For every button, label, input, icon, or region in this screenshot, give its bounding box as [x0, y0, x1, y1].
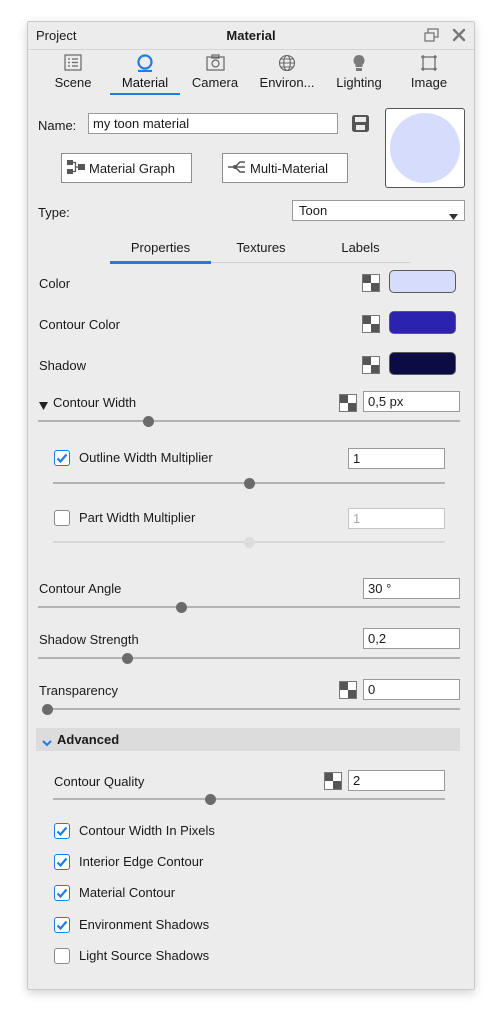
texture-checker-icon[interactable] — [362, 274, 380, 292]
shadow-strength-label: Shadow Strength — [39, 632, 139, 647]
material-graph-button[interactable]: Material Graph — [61, 153, 192, 183]
contour-angle-label: Contour Angle — [39, 581, 122, 596]
advanced-checkbox[interactable] — [54, 917, 70, 933]
contour-width-label: Contour Width — [53, 395, 137, 410]
material-panel: Project Material Scene Material Camera E… — [27, 21, 475, 990]
close-icon[interactable] — [452, 28, 466, 45]
title-bar: Project Material — [28, 22, 474, 50]
graph-icon — [66, 159, 86, 178]
chevron-down-icon — [449, 208, 458, 223]
shadow-strength-input[interactable]: 0,2 — [363, 628, 460, 649]
advanced-checkbox-label: Contour Width In Pixels — [79, 823, 215, 838]
color-label: Color — [39, 276, 71, 291]
frame-icon — [394, 54, 464, 72]
chevron-down-icon — [42, 735, 52, 750]
globe-icon — [250, 54, 324, 72]
transparency-label: Transparency — [39, 683, 118, 698]
part-width-slider[interactable] — [53, 537, 445, 548]
contour-quality-slider[interactable] — [53, 794, 445, 805]
outline-width-label: Outline Width Multiplier — [79, 450, 213, 465]
shadow-strength-slider[interactable] — [38, 653, 460, 664]
part-width-input[interactable]: 1 — [348, 508, 445, 529]
texture-checker-icon[interactable] — [324, 772, 342, 790]
camera-icon — [180, 54, 250, 72]
color-swatch[interactable] — [389, 270, 456, 293]
detach-icon[interactable] — [424, 28, 439, 45]
checkmark-icon — [56, 888, 68, 899]
collapse-triangle-icon[interactable] — [39, 398, 48, 413]
contour-quality-label: Contour Quality — [54, 774, 145, 789]
tab-labels[interactable]: Labels — [311, 240, 410, 261]
contour-angle-input[interactable]: 30 ° — [363, 578, 460, 599]
part-width-checkbox[interactable] — [54, 510, 70, 526]
type-select[interactable]: Toon — [292, 200, 465, 221]
shadow-label: Shadow — [39, 358, 86, 373]
contour-width-slider[interactable] — [38, 416, 460, 427]
checkmark-icon — [56, 857, 68, 868]
advanced-checkbox[interactable] — [54, 854, 70, 870]
contour-angle-slider[interactable] — [38, 602, 460, 613]
tab-material[interactable]: Material — [110, 50, 180, 95]
slider-knob[interactable] — [121, 653, 133, 664]
shadow-swatch[interactable] — [389, 352, 456, 375]
list-icon — [36, 54, 110, 72]
contour-width-input[interactable]: 0,5 px — [363, 391, 460, 412]
contour-color-swatch[interactable] — [389, 311, 456, 334]
part-width-label: Part Width Multiplier — [79, 510, 196, 525]
save-icon[interactable] — [351, 114, 370, 136]
tab-textures[interactable]: Textures — [211, 240, 311, 261]
slider-knob[interactable] — [42, 704, 53, 715]
transparency-slider[interactable] — [42, 704, 460, 715]
name-label: Name: — [38, 118, 77, 133]
tab-properties[interactable]: Properties — [110, 240, 211, 264]
material-preview — [385, 108, 465, 188]
tab-camera[interactable]: Camera — [180, 50, 250, 95]
advanced-section-header[interactable]: Advanced — [36, 728, 460, 751]
tab-environment[interactable]: Environ... — [250, 50, 324, 95]
advanced-checkbox-label: Environment Shadows — [79, 917, 210, 932]
checkmark-icon — [56, 453, 68, 464]
panel-title: Material — [226, 28, 276, 43]
texture-checker-icon[interactable] — [339, 681, 357, 699]
slider-knob[interactable] — [244, 537, 255, 548]
advanced-checkbox[interactable] — [54, 885, 70, 901]
tab-scene[interactable]: Scene — [36, 50, 110, 95]
material-icon — [110, 54, 180, 72]
tab-bar: Scene Material Camera Environ... Lightin… — [28, 50, 474, 95]
texture-checker-icon[interactable] — [362, 356, 380, 374]
transparency-input[interactable]: 0 — [363, 679, 460, 700]
slider-knob[interactable] — [204, 794, 216, 805]
advanced-checkbox-label: Light Source Shadows — [79, 948, 210, 963]
multi-material-button[interactable]: Multi-Material — [222, 153, 348, 183]
bulb-icon — [324, 54, 394, 72]
tab-image[interactable]: Image — [394, 50, 464, 95]
preview-sphere — [390, 113, 460, 183]
advanced-checkbox-label: Material Contour — [79, 885, 176, 900]
advanced-checkbox[interactable] — [54, 823, 70, 839]
slider-knob[interactable] — [142, 416, 154, 427]
contour-quality-input[interactable]: 2 — [348, 770, 445, 791]
checkmark-icon — [56, 826, 68, 837]
slider-knob[interactable] — [244, 478, 255, 489]
checkmark-icon — [56, 920, 68, 931]
advanced-checkbox-label: Interior Edge Contour — [79, 854, 204, 869]
type-label: Type: — [38, 205, 70, 220]
outline-width-input[interactable]: 1 — [348, 448, 445, 469]
split-icon — [227, 159, 247, 178]
outline-width-slider[interactable] — [53, 478, 445, 489]
outline-width-checkbox[interactable] — [54, 450, 70, 466]
property-tabs: Properties Textures Labels — [110, 238, 410, 264]
tab-lighting[interactable]: Lighting — [324, 50, 394, 95]
texture-checker-icon[interactable] — [339, 394, 357, 412]
contour-color-label: Contour Color — [39, 317, 120, 332]
advanced-checkbox[interactable] — [54, 948, 70, 964]
advanced-label: Advanced — [57, 732, 120, 747]
slider-knob[interactable] — [176, 602, 188, 613]
texture-checker-icon[interactable] — [362, 315, 380, 333]
name-input[interactable]: my toon material — [88, 113, 338, 134]
